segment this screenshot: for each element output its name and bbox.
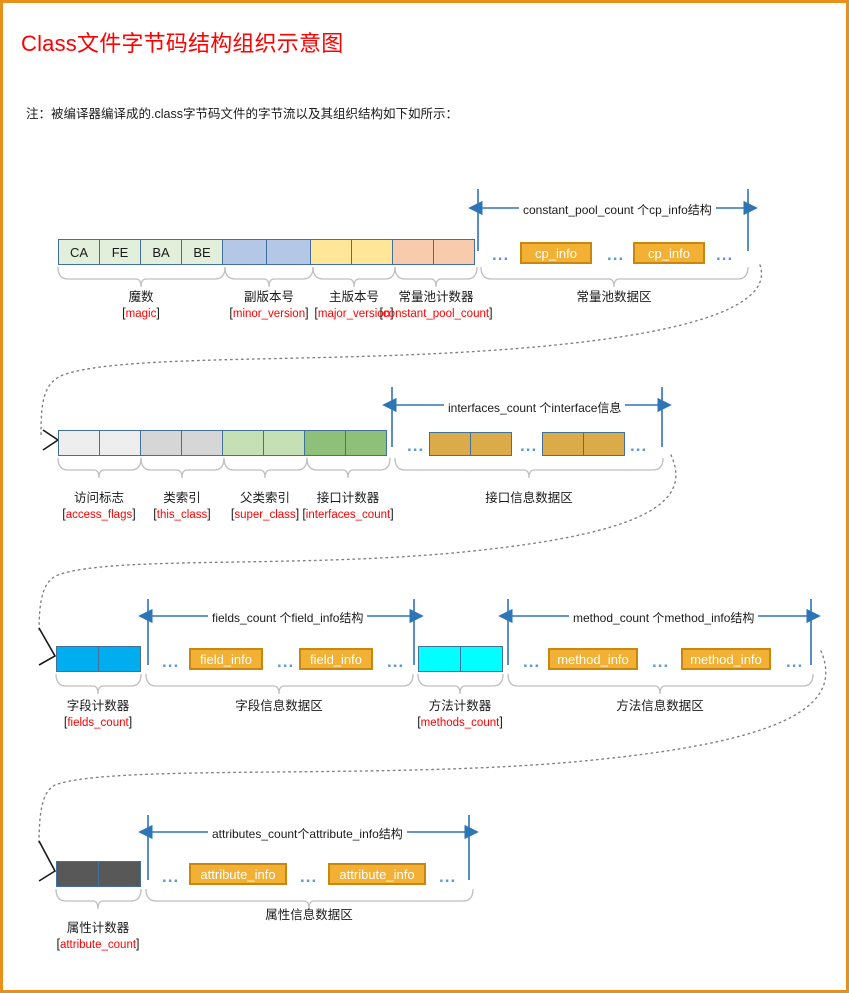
label-interfaces-count-cn: 接口计数器 <box>316 491 380 505</box>
label-field-area: 字段信息数据区 <box>235 699 323 713</box>
label-constant-pool-area: 常量池数据区 <box>576 290 652 304</box>
ellipsis-field-mid: ... <box>277 652 295 671</box>
row-interfaces-bytes <box>58 430 387 456</box>
byte-cell-super-class-1 <box>222 430 264 456</box>
ellipsis-if-left: ... <box>407 436 425 455</box>
methods-count-bytes <box>418 646 503 672</box>
chip-cp-info-1: cp_info <box>520 242 592 264</box>
label-fields-count-cn: 字段计数器 <box>66 699 130 713</box>
byte-cell-this-class-1 <box>140 430 182 456</box>
byte-cell-fields-count-1 <box>56 646 99 672</box>
label-fields-count: 字段计数器 [fields_count] <box>50 699 146 730</box>
chip-cp-info-2: cp_info <box>633 242 705 264</box>
label-interface-area: 接口信息数据区 <box>485 491 573 505</box>
ellipsis-cp-mid: ... <box>607 245 625 264</box>
label-magic: 魔数 [magic] <box>91 290 191 321</box>
label-attribute-count-code: [attribute_count] <box>56 936 140 951</box>
label-methods-count-cn: 方法计数器 <box>428 699 492 713</box>
ellipsis-if-right: ... <box>630 436 648 455</box>
constant-pool-span-caption: constant_pool_count 个cp_info结构 <box>519 201 716 218</box>
byte-cell-interfaces-count-2 <box>345 430 387 456</box>
chip-method-info-1: method_info <box>548 648 638 670</box>
byte-cell-this-class-2 <box>181 430 223 456</box>
byte-cell-magic-1: CA <box>58 239 100 265</box>
byte-cell-methods-count-2 <box>460 646 503 672</box>
interface-byte-1a <box>429 432 471 456</box>
label-fields-count-code: [fields_count] <box>63 714 133 729</box>
label-method-area: 方法信息数据区 <box>616 699 704 713</box>
byte-cell-access-flags-2 <box>99 430 141 456</box>
label-methods-count-code: [methods_count] <box>417 714 503 729</box>
byte-cell-magic-4: BE <box>181 239 223 265</box>
label-attribute-count-cn: 属性计数器 <box>66 921 130 935</box>
byte-cell-major-2 <box>351 239 393 265</box>
byte-cell-fields-count-2 <box>98 646 141 672</box>
fields-span-caption: fields_count 个field_info结构 <box>208 609 368 626</box>
row-constant-pool-bytes: CA FE BA BE <box>58 239 475 265</box>
label-constant-pool-count: 常量池计数器 [constant_pool_count] <box>376 290 496 321</box>
ellipsis-attr-left: ... <box>162 867 180 886</box>
chip-attribute-info-2: attribute_info <box>328 863 426 885</box>
label-interfaces-count: 接口计数器 [interfaces_count] <box>291 491 405 522</box>
ellipsis-if-mid: ... <box>520 436 538 455</box>
interface-byte-2a <box>542 432 584 456</box>
byte-cell-minor-2 <box>266 239 311 265</box>
ellipsis-method-right: ... <box>786 652 804 671</box>
label-constant-pool-count-cn: 常量池计数器 <box>398 290 474 304</box>
byte-cell-major-1 <box>310 239 352 265</box>
label-access-flags-cn: 访问标志 <box>73 491 124 505</box>
chip-attribute-info-1: attribute_info <box>189 863 287 885</box>
ellipsis-method-mid: ... <box>652 652 670 671</box>
attribute-count-bytes <box>56 861 141 887</box>
label-attribute-count: 属性计数器 [attribute_count] <box>43 921 153 952</box>
interface-entry-2 <box>542 432 625 456</box>
label-magic-code: [magic] <box>122 305 160 320</box>
byte-cell-magic-3: BA <box>140 239 182 265</box>
label-this-class: 类索引 [this_class] <box>142 491 222 522</box>
byte-cell-super-class-2 <box>263 430 305 456</box>
label-access-flags: 访问标志 [access_flags] <box>54 491 144 522</box>
label-this-class-cn: 类索引 <box>163 491 201 505</box>
ellipsis-cp-right: ... <box>716 245 734 264</box>
label-access-flags-code: [access_flags] <box>62 506 136 521</box>
byte-cell-access-flags-1 <box>58 430 100 456</box>
ellipsis-attr-mid: ... <box>300 867 318 886</box>
interface-entry-1 <box>429 432 512 456</box>
ellipsis-cp-left: ... <box>492 245 510 264</box>
byte-cell-attribute-count-2 <box>98 861 141 887</box>
label-interfaces-count-code: [interfaces_count] <box>302 506 394 521</box>
byte-cell-magic-2: FE <box>99 239 141 265</box>
diagram-page: Class文件字节码结构组织示意图 注：被编译器编译成的.class字节码文件的… <box>0 0 849 993</box>
ellipsis-attr-right: ... <box>439 867 457 886</box>
chip-field-info-2: field_info <box>299 648 373 670</box>
byte-cell-cpcount-2 <box>433 239 475 265</box>
label-magic-cn: 魔数 <box>128 290 154 304</box>
label-attribute-area: 属性信息数据区 <box>265 908 353 922</box>
ellipsis-method-left: ... <box>523 652 541 671</box>
interface-byte-1b <box>470 432 512 456</box>
byte-cell-minor-1 <box>222 239 267 265</box>
byte-cell-interfaces-count-1 <box>304 430 346 456</box>
interface-byte-2b <box>583 432 625 456</box>
fields-count-bytes <box>56 646 141 672</box>
interfaces-span-caption: interfaces_count 个interface信息 <box>444 399 626 416</box>
byte-cell-methods-count-1 <box>418 646 461 672</box>
label-this-class-code: [this_class] <box>153 506 211 521</box>
methods-span-caption: method_count 个method_info结构 <box>569 609 759 626</box>
chip-method-info-2: method_info <box>681 648 771 670</box>
ellipsis-field-right: ... <box>387 652 405 671</box>
byte-cell-cpcount-1 <box>392 239 434 265</box>
ellipsis-field-left: ... <box>162 652 180 671</box>
byte-cell-attribute-count-1 <box>56 861 99 887</box>
label-methods-count: 方法计数器 [methods_count] <box>406 699 514 730</box>
label-constant-pool-count-code: [constant_pool_count] <box>379 305 493 320</box>
attributes-span-caption: attributes_count个attribute_info结构 <box>208 825 407 842</box>
chip-field-info-1: field_info <box>189 648 263 670</box>
